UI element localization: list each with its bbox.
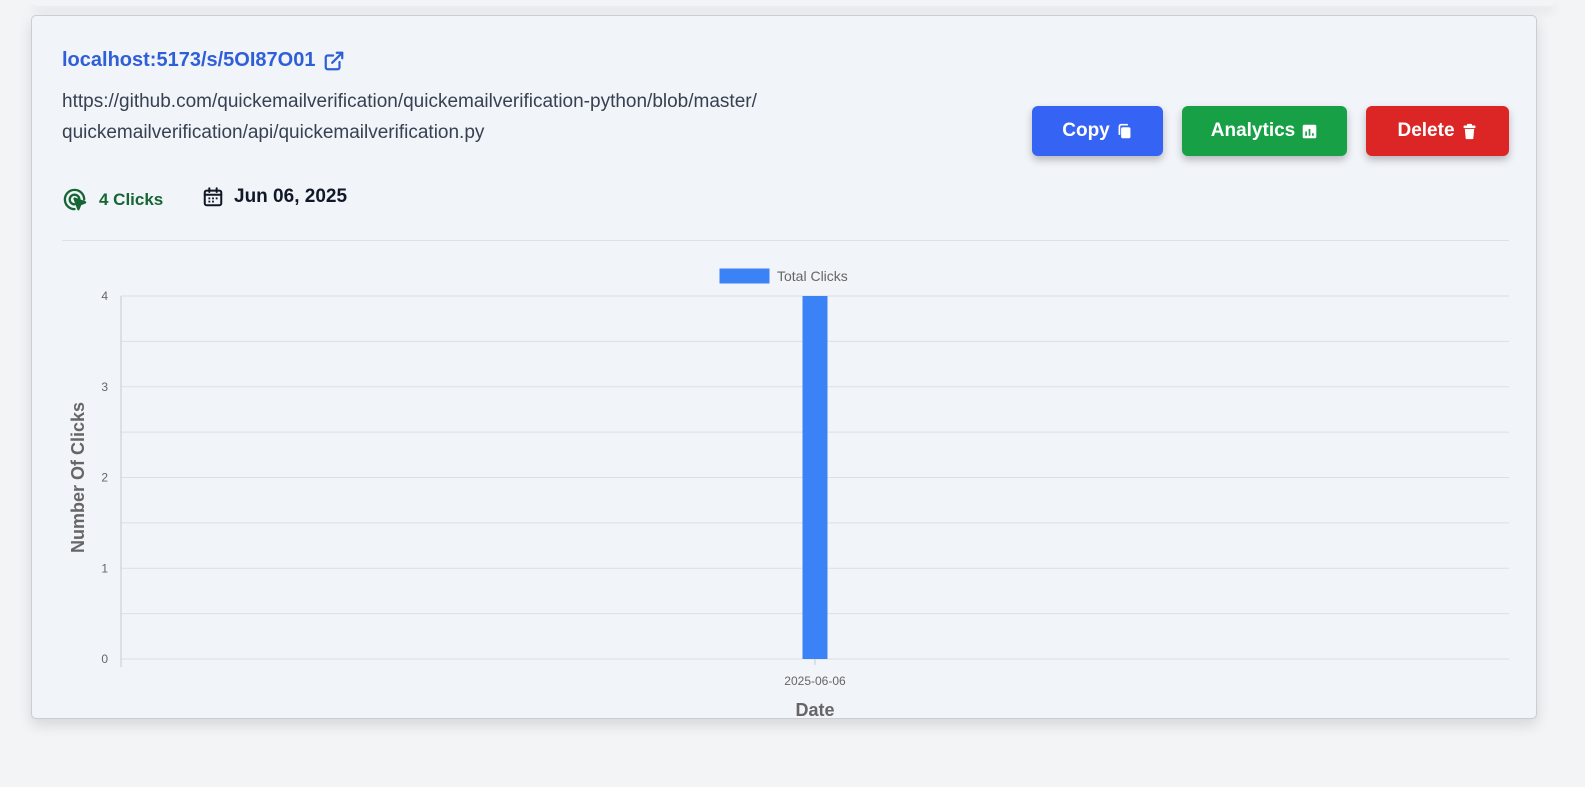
clicks-count: 4 Clicks	[62, 186, 163, 213]
bar	[802, 296, 828, 659]
analytics-button[interactable]: Analytics	[1182, 106, 1347, 156]
delete-button-label: Delete	[1397, 120, 1455, 141]
created-date: Jun 06, 2025	[202, 186, 347, 208]
y-tick-label: 0	[101, 652, 108, 666]
cursor-click-icon	[63, 188, 87, 211]
analytics-button-label: Analytics	[1210, 120, 1296, 141]
copy-button-label: Copy	[1062, 120, 1110, 141]
short-link-text[interactable]: localhost:5173/s/5OI87O01	[62, 49, 315, 72]
legend-swatch	[719, 268, 770, 284]
copy-button[interactable]: Copy	[1032, 106, 1163, 156]
chart-icon	[1302, 124, 1317, 138]
legend-label: Total Clicks	[777, 268, 848, 284]
original-url: https://github.com/quickemailverificatio…	[62, 91, 757, 143]
y-tick-label: 2	[101, 471, 108, 485]
date-label: Jun 06, 2025	[234, 186, 348, 207]
trash-icon	[1463, 123, 1475, 139]
calendar-icon	[203, 187, 223, 207]
short-link[interactable]: localhost:5173/s/5OI87O01	[62, 49, 345, 72]
y-tick-label: 4	[101, 289, 108, 303]
x-tick-label: 2025-06-06	[784, 674, 846, 688]
clicks-bar-chart: 0 1 2 3 4 2025-06-06 Date Number Of Clicks Total…	[68, 268, 1509, 719]
x-axis-title: Date	[795, 700, 834, 719]
link-card: localhost:5173/s/5OI87O01 https://github…	[31, 15, 1537, 719]
clicks-label: 4 Clicks	[99, 189, 164, 209]
external-link-icon[interactable]	[323, 50, 345, 72]
delete-button[interactable]: Delete	[1366, 106, 1509, 156]
copy-icon	[1118, 123, 1131, 138]
previous-card-edge	[32, 0, 1555, 6]
y-tick-label: 3	[101, 380, 108, 394]
y-axis-title: Number Of Clicks	[68, 402, 88, 553]
y-tick-label: 1	[101, 561, 108, 575]
